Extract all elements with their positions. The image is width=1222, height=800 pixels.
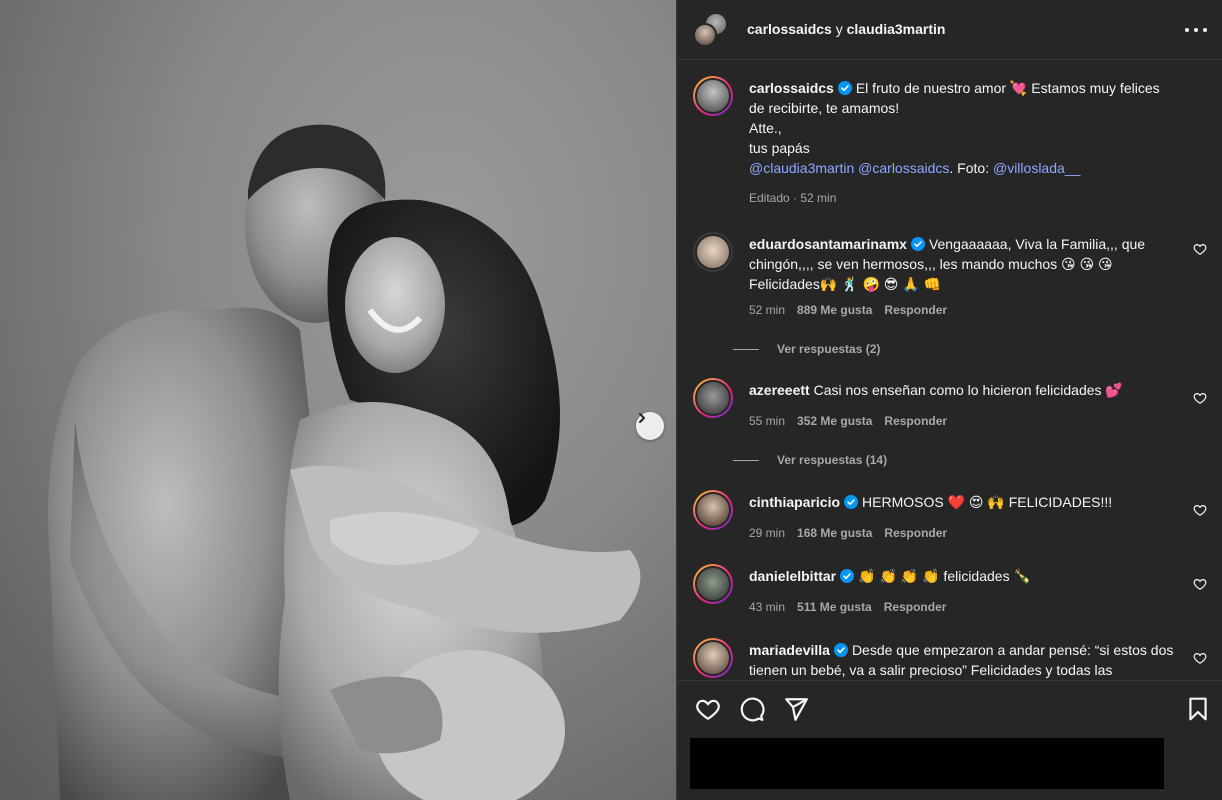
reply-button[interactable]: Responder (884, 414, 947, 428)
comment-username[interactable]: azereeett (749, 382, 810, 398)
post-header: carlossaidcs y claudia3martin (677, 0, 1222, 60)
verified-badge-icon (837, 81, 852, 95)
comment-text: cinthiaparicio HERMOSOS ❤️ 😍 🙌 FELICIDADE… (749, 492, 1179, 512)
caption-text: carlossaidcs El fruto de nuestro amor 💘 E… (749, 78, 1179, 178)
avatar[interactable] (693, 490, 733, 530)
avatar[interactable] (693, 638, 733, 678)
author-link[interactable]: claudia3martin (847, 21, 946, 37)
post-side-panel: carlossaidcs y claudia3martin carlossaid… (676, 0, 1222, 800)
comment-icon[interactable] (739, 696, 765, 722)
comment-text: danielelbittar 👏 👏 👏 👏 felicidades 🍾 (749, 566, 1179, 586)
couple-photo-illustration (48, 124, 641, 800)
photo-credit-label: . Foto: (949, 160, 993, 176)
comment-text: azereeett Casi nos enseñan como lo hicie… (749, 380, 1179, 400)
view-replies-button[interactable]: Ver respuestas (2) (733, 342, 880, 356)
comment-username[interactable]: danielelbittar (749, 568, 836, 584)
reply-button[interactable]: Responder (884, 303, 947, 317)
heart-icon[interactable] (1193, 242, 1207, 256)
comment-likes[interactable]: 352 Me gusta (797, 414, 872, 428)
post-photo[interactable] (0, 0, 676, 800)
mention-link[interactable]: @villoslada__ (993, 160, 1080, 176)
comment-username[interactable]: eduardosantamarinamx (749, 236, 907, 252)
heart-icon[interactable] (1193, 577, 1207, 591)
send-icon[interactable] (783, 696, 809, 722)
comment-body: 👏 👏 👏 👏 felicidades 🍾 (858, 568, 1031, 584)
avatar[interactable] (693, 378, 733, 418)
caption-line-2: Atte., (749, 120, 782, 136)
bookmark-icon[interactable] (1185, 696, 1211, 722)
view-replies-label: Ver respuestas (2) (777, 342, 881, 356)
comment-likes[interactable]: 168 Me gusta (797, 526, 872, 540)
verified-badge-icon (840, 569, 855, 583)
reply-button[interactable]: Responder (884, 600, 947, 614)
author-joiner: y (831, 21, 847, 37)
comment-time: 43 min (749, 600, 786, 614)
mention-link[interactable]: @claudia3martin (749, 160, 854, 176)
collab-avatars[interactable] (693, 12, 728, 48)
chevron-right-icon (639, 413, 645, 423)
verified-badge-icon (833, 643, 848, 657)
post-actions-bar (677, 680, 1222, 736)
next-photo-button[interactable] (636, 412, 664, 440)
comment-item: cinthiaparicio HERMOSOS ❤️ 😍 🙌 FELICIDADE… (693, 490, 1207, 550)
heart-icon[interactable] (695, 696, 721, 722)
caption-meta: Editado · 52 min (749, 191, 837, 205)
post-caption: carlossaidcs El fruto de nuestro amor 💘 E… (693, 76, 1207, 216)
comment-text: eduardosantamarinamx Vengaaaaaa, Viva la … (749, 234, 1179, 294)
verified-badge-icon (910, 237, 925, 251)
avatar[interactable] (693, 564, 733, 604)
avatar (693, 23, 717, 47)
heart-icon[interactable] (1193, 503, 1207, 517)
avatar[interactable] (693, 232, 733, 272)
comment-username[interactable]: mariadevilla (749, 642, 830, 658)
comment-username[interactable]: cinthiaparicio (749, 494, 840, 510)
comment-meta: 29 min 168 Me gusta Responder (749, 526, 947, 540)
comment-body: Casi nos enseñan como lo hicieron felici… (813, 382, 1123, 398)
comment-item: eduardosantamarinamx Vengaaaaaa, Viva la … (693, 232, 1207, 362)
comment-meta: 43 min 511 Me gusta Responder (749, 600, 946, 614)
view-replies-button[interactable]: Ver respuestas (14) (733, 453, 887, 467)
comment-item: danielelbittar 👏 👏 👏 👏 felicidades 🍾 43 m… (693, 564, 1207, 624)
heart-icon[interactable] (1193, 391, 1207, 405)
reply-button[interactable]: Responder (884, 526, 947, 540)
comment-time: 55 min (749, 414, 786, 428)
post-authors: carlossaidcs y claudia3martin (747, 21, 945, 37)
comments-list[interactable]: carlossaidcs El fruto de nuestro amor 💘 E… (677, 60, 1222, 680)
comment-time: 52 min (749, 303, 786, 317)
comment-item: mariadevilla Desde que empezaron a andar … (693, 638, 1207, 680)
author-link[interactable]: carlossaidcs (747, 21, 832, 37)
comment-likes[interactable]: 511 Me gusta (797, 600, 872, 614)
comment-text: mariadevilla Desde que empezaron a andar … (749, 640, 1179, 680)
comment-time: 29 min (749, 526, 786, 540)
heart-icon[interactable] (1193, 651, 1207, 665)
redacted-area (690, 738, 1164, 789)
verified-badge-icon (844, 495, 859, 509)
comment-meta: 52 min 889 Me gusta Responder (749, 303, 947, 317)
more-horizontal-icon[interactable] (1185, 20, 1207, 40)
comment-likes[interactable]: 889 Me gusta (797, 303, 872, 317)
comment-meta: 55 min 352 Me gusta Responder (749, 414, 947, 428)
comment-body: HERMOSOS ❤️ 😍 🙌 FELICIDADES!!! (862, 494, 1113, 510)
caption-username[interactable]: carlossaidcs (749, 80, 834, 96)
view-replies-label: Ver respuestas (14) (777, 453, 888, 467)
avatar[interactable] (693, 76, 733, 116)
caption-line-3: tus papás (749, 140, 810, 156)
comment-item: azereeett Casi nos enseñan como lo hicie… (693, 378, 1207, 478)
mention-link[interactable]: @carlossaidcs (858, 160, 949, 176)
